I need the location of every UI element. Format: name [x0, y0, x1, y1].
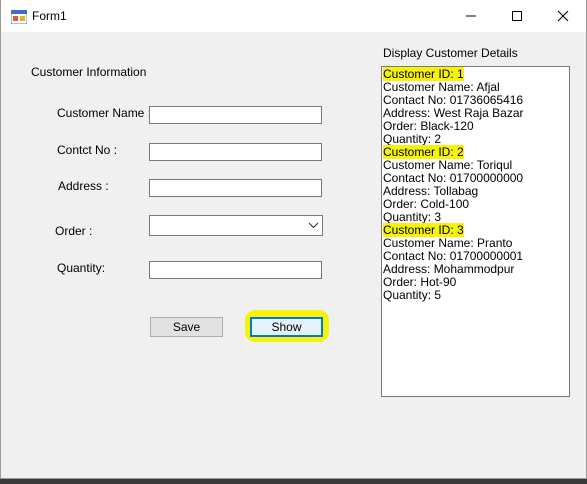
details-line-text: Address: West Raja Bazar	[383, 106, 524, 120]
maximize-button[interactable]	[494, 0, 540, 32]
details-line-text: Order: Black-120	[383, 119, 474, 133]
details-line-text: Contact No: 01700000000	[383, 171, 524, 185]
details-line-text: Contact No: 01736065416	[383, 93, 524, 107]
customer-name-input[interactable]	[149, 106, 322, 124]
details-line-text: Customer ID: 3	[383, 223, 464, 237]
app-icon	[11, 10, 27, 24]
details-line-text: Customer Name: Afjal	[383, 80, 500, 94]
details-heading: Display Customer Details	[383, 46, 518, 60]
close-button[interactable]	[540, 0, 586, 32]
maximize-icon	[512, 11, 522, 21]
contact-no-input[interactable]	[149, 143, 322, 161]
order-dropdown[interactable]	[149, 215, 323, 236]
details-line-text: Order: Cold-100	[383, 197, 470, 211]
customer-name-label: Customer Name :	[57, 106, 152, 120]
details-line-text: Address: Tollabag	[383, 184, 479, 198]
quantity-input[interactable]	[149, 261, 322, 279]
details-line-text: Customer Name: Pranto	[383, 236, 513, 250]
details-lines: Customer ID: 1 Customer Name: Afjal Contac…	[382, 67, 569, 302]
details-line-text: Quantity: 3	[383, 210, 442, 224]
minimize-button[interactable]	[448, 0, 494, 32]
contact-no-label: Contct No :	[57, 143, 118, 157]
show-button[interactable]: Show	[250, 317, 323, 337]
chevron-down-icon	[308, 222, 319, 229]
details-line-text: Quantity: 5	[383, 288, 442, 302]
address-input[interactable]	[149, 179, 322, 197]
title-bar[interactable]: Form1	[1, 0, 586, 32]
details-line-text: Customer ID: 1	[383, 67, 464, 81]
close-icon	[557, 10, 569, 22]
details-line-text: Customer Name: Toriqul	[383, 158, 513, 172]
minimize-icon	[466, 15, 476, 17]
customer-details-listbox[interactable]: Customer ID: 1 Customer Name: Afjal Contac…	[381, 66, 570, 397]
customer-info-heading: Customer Information	[31, 65, 147, 79]
details-line-text: Quantity: 2	[383, 132, 442, 146]
details-line-text: Customer ID: 2	[383, 145, 464, 159]
address-label: Address :	[58, 179, 109, 193]
details-line: Quantity: 5	[382, 289, 569, 302]
save-button[interactable]: Save	[150, 317, 223, 337]
details-line-text: Order: Hot-90	[383, 275, 457, 289]
details-line-text: Contact No: 01700000001	[383, 249, 524, 263]
order-label: Order :	[55, 224, 93, 238]
quantity-label: Quantity:	[57, 261, 106, 275]
details-line-text: Address: Mohammodpur	[383, 262, 515, 276]
window-title: Form1	[32, 9, 67, 23]
form-window: Form1 Customer Information Customer Name…	[0, 0, 587, 479]
